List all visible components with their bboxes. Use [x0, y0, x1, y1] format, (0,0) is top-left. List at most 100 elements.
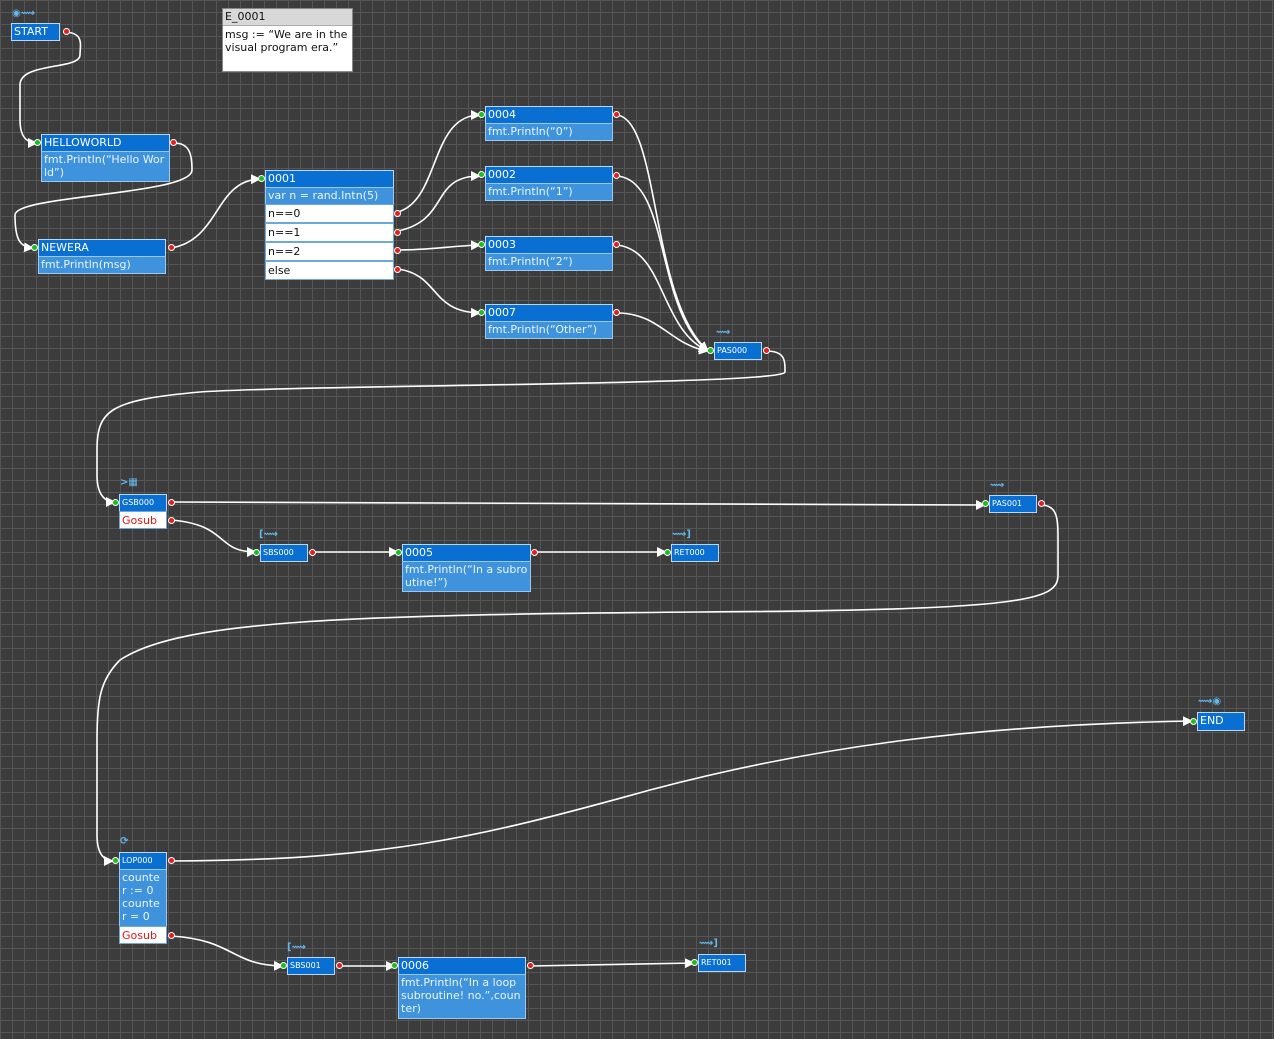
node-0001-code: var n = rand.Intn(5): [265, 187, 394, 205]
node-pas000[interactable]: PAS000: [707, 342, 770, 360]
node-sbs000-label: SBS000: [260, 544, 308, 562]
start-tag-icon: ◉⟿: [12, 8, 36, 19]
input-pin[interactable]: [478, 241, 485, 248]
node-start[interactable]: START: [11, 23, 70, 41]
output-pin[interactable]: [63, 28, 70, 35]
input-pin[interactable]: [391, 962, 398, 969]
node-0004[interactable]: 0004 fmt.Println(“0”): [478, 106, 620, 141]
output-pin[interactable]: [170, 139, 177, 146]
input-pin[interactable]: [478, 171, 485, 178]
wire-else-0007: [397, 268, 481, 318]
output-pin[interactable]: [168, 244, 175, 251]
input-pin[interactable]: [395, 549, 402, 556]
wire-pas000-gsb000: [96, 350, 786, 507]
wire-gosub-sbs000: [170, 519, 257, 557]
node-lop000[interactable]: LOP000 counter := 0 counter = 0 Gosub: [112, 852, 175, 944]
flow-canvas[interactable]: E_0001 msg := “We are in the visual prog…: [0, 0, 1274, 1039]
node-sbs000[interactable]: SBS000: [253, 544, 316, 562]
node-ret001[interactable]: RET001: [691, 954, 746, 972]
connection-wires: [14, 31, 1193, 971]
node-0005[interactable]: 0005 fmt.Println(“In a subroutine!”): [395, 544, 538, 592]
node-0002-code: fmt.Println(“1”): [485, 183, 613, 201]
node-sbs001-label: SBS001: [287, 957, 335, 975]
wire-case0-0004: [397, 110, 481, 213]
input-pin[interactable]: [34, 139, 41, 146]
node-helloworld[interactable]: HELLOWORLD fmt.Println(“Hello World”): [34, 134, 177, 182]
wire-0002-pas000: [616, 175, 709, 352]
node-gsb000-label: GSB000: [119, 494, 167, 512]
wire-lop000-end: [170, 716, 1193, 862]
node-0001[interactable]: 0001 var n = rand.Intn(5) n==0 n==1 n==2…: [258, 170, 401, 280]
output-pin[interactable]: [527, 962, 534, 969]
node-0007[interactable]: 0007 fmt.Println(“Other”): [478, 304, 620, 339]
input-pin[interactable]: [478, 309, 485, 316]
output-pin[interactable]: [1038, 500, 1045, 507]
output-pin[interactable]: [613, 172, 620, 179]
note-title: E_0001: [223, 9, 352, 26]
output-pin[interactable]: [763, 347, 770, 354]
output-pin[interactable]: [336, 962, 343, 969]
case-row[interactable]: n==0: [265, 204, 394, 223]
node-helloworld-code: fmt.Println(“Hello World”): [41, 151, 170, 182]
output-pin[interactable]: [531, 549, 538, 556]
input-pin[interactable]: [707, 347, 714, 354]
node-gsb000[interactable]: GSB000 Gosub: [112, 494, 175, 529]
node-pas001[interactable]: PAS001: [982, 495, 1045, 513]
loop-tag-icon: ⟳: [120, 836, 129, 847]
node-0003-label: 0003: [485, 236, 613, 254]
output-pin[interactable]: [168, 499, 175, 506]
node-start-label: START: [11, 23, 60, 41]
input-pin[interactable]: [691, 959, 698, 966]
node-0006-code: fmt.Println(“In a loop subroutine! no.”,…: [398, 974, 526, 1019]
node-pas000-label: PAS000: [714, 342, 762, 360]
return-tag-icon: ⟿]: [672, 529, 691, 540]
input-pin[interactable]: [1190, 718, 1197, 725]
end-tag-icon: ⟿◉: [1198, 696, 1222, 707]
output-pin[interactable]: [394, 210, 401, 217]
gosub-pin[interactable]: [168, 932, 175, 939]
node-0002[interactable]: 0002 fmt.Println(“1”): [478, 166, 620, 201]
node-0007-code: fmt.Println(“Other”): [485, 321, 613, 339]
node-0003[interactable]: 0003 fmt.Println(“2”): [478, 236, 620, 271]
case-row[interactable]: n==2: [265, 242, 394, 261]
comment-note[interactable]: E_0001 msg := “We are in the visual prog…: [222, 8, 353, 72]
input-pin[interactable]: [31, 244, 38, 251]
input-pin[interactable]: [112, 857, 119, 864]
wire-start-hello: [19, 31, 82, 148]
return-tag-icon: ⟿]: [699, 938, 718, 949]
node-end[interactable]: END: [1190, 712, 1245, 731]
input-pin[interactable]: [258, 175, 265, 182]
case-row[interactable]: n==1: [265, 223, 394, 242]
input-pin[interactable]: [112, 499, 119, 506]
output-pin[interactable]: [613, 241, 620, 248]
input-pin[interactable]: [280, 962, 287, 969]
node-pas001-label: PAS001: [989, 495, 1037, 513]
node-sbs001[interactable]: SBS001: [280, 957, 343, 975]
output-pin[interactable]: [394, 247, 401, 254]
output-pin[interactable]: [309, 549, 316, 556]
output-pin[interactable]: [394, 266, 401, 273]
input-pin[interactable]: [253, 549, 260, 556]
output-pin[interactable]: [394, 229, 401, 236]
output-pin[interactable]: [613, 111, 620, 118]
node-lop000-label: LOP000: [119, 852, 167, 870]
node-0004-code: fmt.Println(“0”): [485, 123, 613, 141]
wire-0007-pas000: [616, 312, 709, 355]
gosub-row[interactable]: Gosub: [119, 511, 167, 529]
gosub-pin[interactable]: [168, 517, 175, 524]
node-helloworld-label: HELLOWORLD: [41, 134, 170, 152]
node-newera-label: NEWERA: [38, 239, 166, 257]
case-row[interactable]: else: [265, 261, 394, 280]
gosub-row[interactable]: Gosub: [119, 926, 167, 944]
node-0006[interactable]: 0006 fmt.Println(“In a loop subroutine! …: [391, 957, 534, 1019]
node-0002-label: 0002: [485, 166, 613, 184]
input-pin[interactable]: [478, 111, 485, 118]
note-text: msg := “We are in the visual program era…: [225, 28, 351, 54]
output-pin[interactable]: [168, 857, 175, 864]
input-pin[interactable]: [982, 500, 989, 507]
output-pin[interactable]: [613, 309, 620, 316]
node-newera[interactable]: NEWERA fmt.Println(msg): [31, 239, 175, 274]
input-pin[interactable]: [664, 549, 671, 556]
node-0006-label: 0006: [398, 957, 526, 975]
node-ret000[interactable]: RET000: [664, 544, 719, 562]
